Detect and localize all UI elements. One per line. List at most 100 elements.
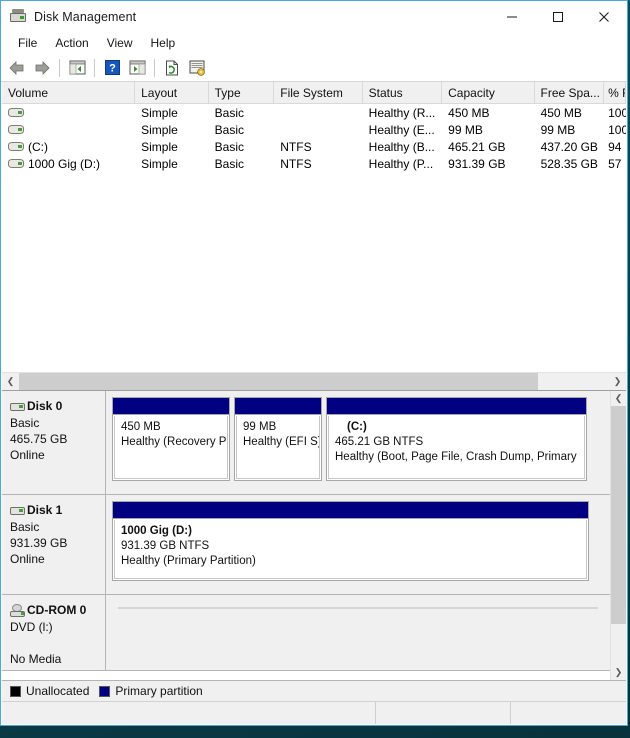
help-button[interactable]: ? <box>100 56 124 79</box>
disk-type: Basic <box>10 416 40 430</box>
menu-action[interactable]: Action <box>46 34 97 52</box>
disk-row-disk-0[interactable]: Disk 0 Basic 465.75 GB Online 450 MB Hea… <box>2 391 610 495</box>
column-header-file-system[interactable]: File System <box>274 82 363 103</box>
cell-file-system: NTFS <box>280 156 312 171</box>
show-hide-action-pane-button[interactable] <box>125 56 149 79</box>
scroll-left-icon[interactable]: ❮ <box>2 373 19 390</box>
cell-percent-free: 100 <box>608 105 626 120</box>
legend-label-primary-partition: Primary partition <box>115 684 203 698</box>
scroll-up-icon[interactable]: ❮ <box>611 391 626 406</box>
cell-volume: (C:) <box>2 140 135 154</box>
volume-icon <box>8 141 24 152</box>
cell-layout: Simple <box>141 105 178 120</box>
column-header-status[interactable]: Status <box>362 82 443 103</box>
menu-file[interactable]: File <box>9 34 46 52</box>
partition-color-bar <box>113 398 229 415</box>
close-icon <box>599 11 609 22</box>
unallocated-swatch-icon <box>10 685 21 697</box>
cd-rom-icon <box>10 603 25 617</box>
status-pane-1 <box>2 702 376 724</box>
partition-d-drive[interactable]: 1000 Gig (D:) 931.39 GB NTFS Healthy (Pr… <box>112 501 589 581</box>
column-header-volume[interactable]: Volume <box>2 82 136 103</box>
partition-size-fs: 931.39 GB NTFS <box>121 540 210 552</box>
table-row[interactable]: (C:) Simple Basic NTFS Healthy (B... 465… <box>2 138 626 155</box>
cell-type: Basic <box>214 105 244 120</box>
toolbar-separator <box>59 58 60 77</box>
cdrom-empty-area[interactable] <box>118 607 598 609</box>
partition-size-fs: 99 MB <box>243 421 277 433</box>
disk-size: 931.39 GB <box>10 536 68 550</box>
volume-list-header: Volume Layout Type File System Status Ca… <box>2 82 626 104</box>
svg-text:?: ? <box>109 63 116 75</box>
cell-capacity: 465.21 GB <box>448 139 506 154</box>
hard-disk-icon <box>10 505 25 516</box>
status-pane-2 <box>376 702 511 724</box>
show-hide-console-tree-button[interactable] <box>65 56 89 79</box>
action-pane-icon <box>129 60 145 75</box>
partition-details: (C:) 465.21 GB NTFS Healthy (Boot, Page … <box>328 416 585 479</box>
cell-capacity: 450 MB <box>448 105 490 120</box>
vertical-scroll-track[interactable] <box>611 406 626 665</box>
cell-capacity: 99 MB <box>448 122 483 137</box>
column-header-capacity[interactable]: Capacity <box>442 82 535 103</box>
vertical-scroll-thumb[interactable] <box>611 406 626 624</box>
legend-item-unallocated: Unallocated <box>10 684 89 698</box>
disk-state: Online <box>10 448 45 462</box>
table-row[interactable]: 1000 Gig (D:) Simple Basic NTFS Healthy … <box>2 155 626 172</box>
partition-recovery[interactable]: 450 MB Healthy (Recovery P <box>112 397 230 481</box>
volume-icon <box>8 158 24 169</box>
rescan-disks-button[interactable] <box>185 56 209 79</box>
menu-help[interactable]: Help <box>142 34 185 52</box>
cell-status: Healthy (R... <box>368 105 436 120</box>
volume-icon <box>8 124 24 135</box>
cell-percent-free: 94 <box>608 139 622 154</box>
left-arrow-icon <box>9 60 24 75</box>
cell-free-space: 99 MB <box>540 122 576 137</box>
disk-info-disk-0[interactable]: Disk 0 Basic 465.75 GB Online <box>2 391 106 494</box>
cell-volume: 1000 Gig (D:) <box>2 157 135 171</box>
cell-volume-label: 1000 Gig (D:) <box>28 156 101 171</box>
disk-title-disk-0: Disk 0 <box>10 398 105 414</box>
desktop-background: Disk Management File Action View Help ? … <box>0 0 630 738</box>
maximize-button[interactable] <box>535 1 581 32</box>
cell-status: Healthy (B... <box>368 139 435 154</box>
table-row[interactable]: Simple Basic Healthy (R... 450 MB 450 MB… <box>2 104 626 121</box>
graphical-view-vertical-scrollbar[interactable]: ❮ ❯ <box>610 391 626 680</box>
partition-c-drive[interactable]: (C:) 465.21 GB NTFS Healthy (Boot, Page … <box>326 397 587 481</box>
cell-free-space: 437.20 GB <box>540 139 598 154</box>
disk-name: Disk 1 <box>27 503 63 517</box>
column-header-layout[interactable]: Layout <box>135 82 209 103</box>
partition-efi[interactable]: 99 MB Healthy (EFI S) <box>234 397 322 481</box>
disk-name: Disk 0 <box>27 399 63 413</box>
column-header-percent-free[interactable]: % F <box>604 82 626 103</box>
partition-size-fs: 465.21 GB NTFS <box>335 436 424 448</box>
partitions-disk-0: 450 MB Healthy (Recovery P 99 MB Healthy… <box>106 391 610 494</box>
scroll-down-icon[interactable]: ❯ <box>611 665 626 680</box>
minimize-button[interactable] <box>489 1 535 32</box>
back-button[interactable] <box>5 56 29 79</box>
disk-state: Online <box>10 552 45 566</box>
column-header-free-space[interactable]: Free Spa... <box>534 82 605 103</box>
scroll-right-icon[interactable]: ❯ <box>609 373 626 390</box>
disk-row-cdrom-0[interactable]: CD-ROM 0 DVD (l:) No Media <box>2 595 610 671</box>
table-row[interactable]: Simple Basic Healthy (E... 99 MB 99 MB 1… <box>2 121 626 138</box>
horizontal-scroll-thumb[interactable] <box>19 373 539 390</box>
disk-info-disk-1[interactable]: Disk 1 Basic 931.39 GB Online <box>2 495 106 594</box>
volume-list-horizontal-scrollbar[interactable]: ❮ ❯ <box>2 372 626 390</box>
column-header-type[interactable]: Type <box>208 82 275 103</box>
menu-view[interactable]: View <box>98 34 142 52</box>
toolbar-separator <box>94 58 95 77</box>
disk-row-disk-1[interactable]: Disk 1 Basic 931.39 GB Online 1000 Gig (… <box>2 495 610 595</box>
partition-details: 450 MB Healthy (Recovery P <box>114 416 228 479</box>
forward-button[interactable] <box>30 56 54 79</box>
graphical-view-pane: Disk 0 Basic 465.75 GB Online 450 MB Hea… <box>2 391 626 680</box>
cell-percent-free: 57 <box>608 156 622 171</box>
partition-details: 99 MB Healthy (EFI S) <box>236 416 320 479</box>
question-mark-icon: ? <box>104 60 120 75</box>
refresh-button[interactable] <box>160 56 184 79</box>
horizontal-scroll-track[interactable] <box>19 373 609 390</box>
disk-info-cdrom-0[interactable]: CD-ROM 0 DVD (l:) No Media <box>2 595 106 670</box>
close-button[interactable] <box>581 1 627 32</box>
disk-size: 465.75 GB <box>10 432 68 446</box>
cell-capacity: 931.39 GB <box>448 156 506 171</box>
